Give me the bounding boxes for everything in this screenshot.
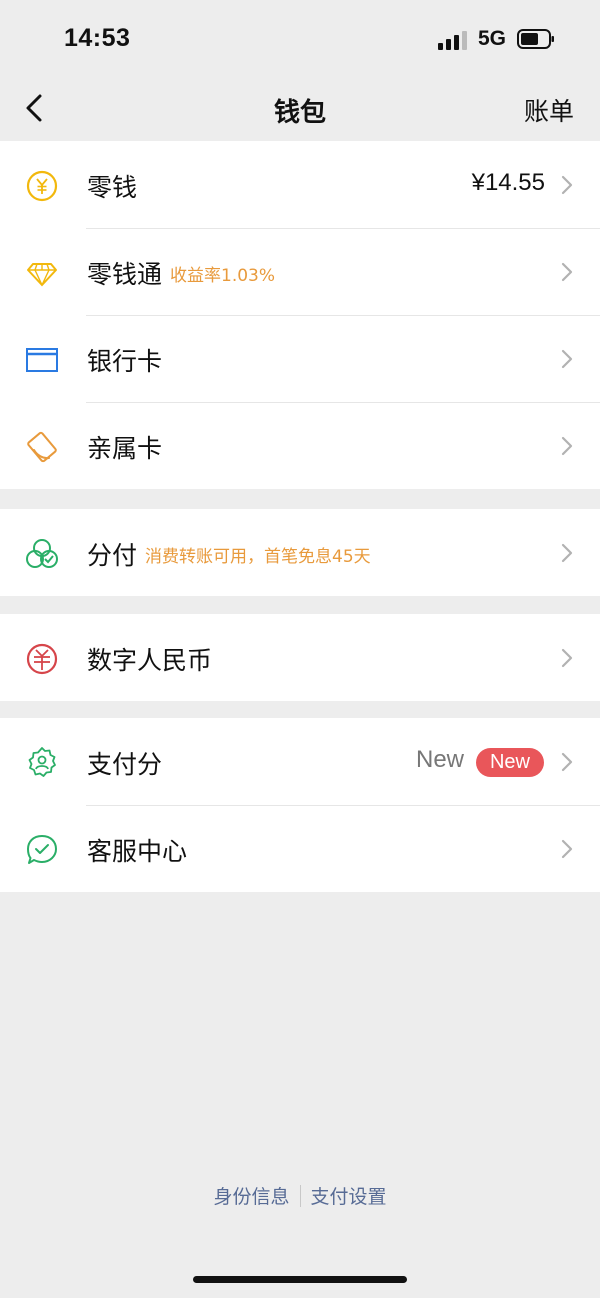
pay-score-icon (28, 747, 56, 777)
status-time: 14:53 (64, 24, 131, 52)
row-label: 客服中心 (87, 837, 188, 866)
bill-button[interactable]: 账单 (524, 92, 574, 128)
signal-icon (438, 30, 468, 50)
home-indicator[interactable] (193, 1276, 407, 1283)
digital-rmb-icon (26, 643, 58, 675)
battery-icon (517, 29, 554, 49)
list-item-customer-service[interactable]: 客服中心 (0, 805, 600, 892)
chevron-right-icon (561, 752, 573, 772)
wallet-group-services: 支付分 New New 客服中心 (0, 718, 600, 892)
chevron-right-icon (561, 839, 573, 859)
row-label: 亲属卡 (87, 434, 163, 463)
network-label: 5G (478, 27, 507, 50)
list-item-change[interactable]: 零钱 ¥14.55 (0, 141, 600, 228)
chevron-right-icon (561, 262, 573, 282)
customer-service-icon (27, 835, 57, 864)
row-label: 分付 消费转账可用，首笔免息45天 (87, 536, 371, 572)
list-item-family-card[interactable]: 亲属卡 (0, 402, 600, 489)
pay-score-status: New (415, 746, 464, 773)
status-bar: 14:53 5G (0, 0, 600, 78)
row-title: 分付 (87, 541, 138, 570)
list-item-bank-card[interactable]: 银行卡 (0, 315, 600, 402)
wallet-group-digital-rmb: 数字人民币 (0, 614, 600, 701)
row-label: 支付分 (87, 750, 163, 779)
identity-info-link[interactable]: 身份信息 (203, 1182, 299, 1209)
chevron-right-icon (561, 349, 573, 369)
nav-bar: 钱包 账单 (0, 78, 600, 140)
chevron-right-icon (561, 436, 573, 456)
list-item-fenfu[interactable]: 分付 消费转账可用，首笔免息45天 (0, 509, 600, 596)
wallet-group-balances: 零钱 ¥14.55 零钱通 收益率1.03% 银行卡 亲属卡 (0, 141, 600, 489)
yield-rate-text: 收益率1.03% (170, 266, 276, 286)
list-item-lingqiantong[interactable]: 零钱通 收益率1.03% (0, 228, 600, 315)
row-label: 数字人民币 (87, 646, 213, 675)
fenfu-promo-text: 消费转账可用，首笔免息45天 (145, 547, 371, 567)
balance-value: ¥14.55 (471, 169, 545, 196)
list-item-digital-rmb[interactable]: 数字人民币 (0, 614, 600, 701)
row-label: 零钱 (87, 173, 138, 202)
chevron-right-icon (561, 543, 573, 563)
wallet-group-fenfu: 分付 消费转账可用，首笔免息45天 (0, 509, 600, 596)
family-card-icon (27, 431, 57, 463)
chevron-right-icon (561, 175, 573, 195)
row-title: 零钱通 (87, 260, 163, 289)
new-badge: New (476, 748, 544, 777)
bank-card-icon (26, 348, 58, 372)
payment-settings-link[interactable]: 支付设置 (301, 1182, 397, 1209)
list-item-pay-score[interactable]: 支付分 New New (0, 718, 600, 805)
page-title: 钱包 (273, 98, 326, 128)
chevron-right-icon (561, 648, 573, 668)
row-label: 零钱通 收益率1.03% (87, 255, 275, 291)
fenfu-icon (26, 539, 58, 568)
diamond-icon (27, 263, 57, 287)
coin-yen-icon (26, 170, 58, 202)
row-label: 银行卡 (87, 347, 163, 376)
footer-links: 身份信息 支付设置 (0, 1182, 600, 1209)
